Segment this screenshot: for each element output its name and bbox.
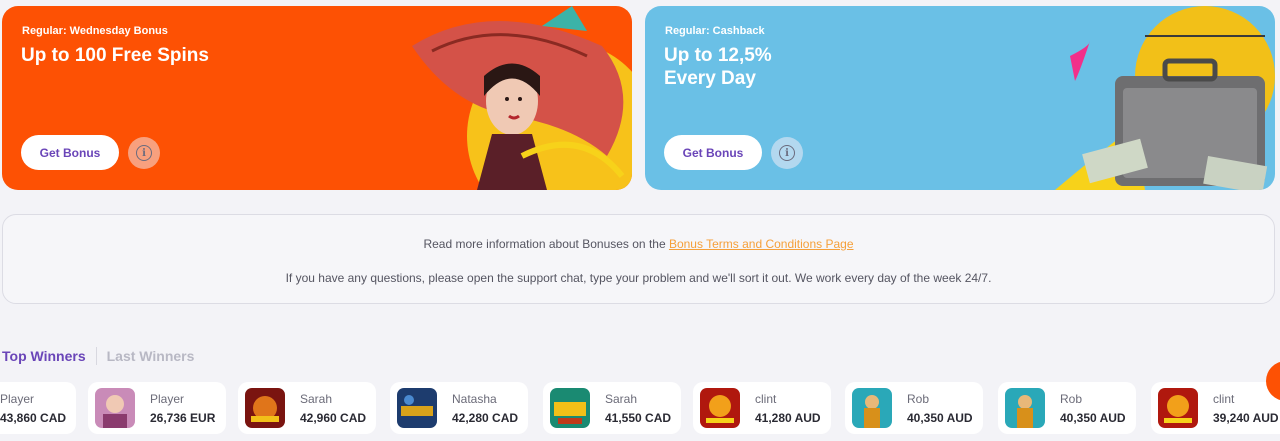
tab-divider [95,347,97,365]
tab-last-winners[interactable]: Last Winners [107,348,195,364]
winner-card[interactable]: Natasha 42,280 CAD [390,382,528,434]
info-button[interactable]: i [128,137,160,169]
game-thumbnail [852,388,892,428]
winner-name: Rob [907,392,930,406]
bonus-terms-link[interactable]: Bonus Terms and Conditions Page [669,237,854,251]
winner-card[interactable]: Sarah 41,550 CAD [543,382,681,434]
support-info-text: If you have any questions, please open t… [285,271,992,285]
winner-name: Player [0,392,35,406]
winners-tabs: Top Winners Last Winners [2,347,194,365]
winner-amount: 41,550 CAD [605,411,672,425]
promo-artwork-woman-hat [412,6,632,190]
info-button[interactable]: i [771,137,803,169]
get-bonus-button[interactable]: Get Bonus [664,135,762,170]
winner-card[interactable]: clint 39,240 AUD [1151,382,1280,434]
winner-card[interactable]: Rob 40,350 AUD [845,382,983,434]
promo-tag: Regular: Cashback [665,25,765,37]
winner-card[interactable]: Player 26,736 EUR [88,382,226,434]
promo-tag: Regular: Wednesday Bonus [22,25,168,37]
winner-name: clint [1213,392,1235,406]
winner-amount: 39,240 AUD [1213,411,1279,425]
promo-title: Up to 100 Free Spins [21,45,209,66]
promo-card-cashback[interactable]: Regular: Cashback Up to 12,5% Every Day … [645,6,1275,190]
winner-amount: 42,960 CAD [300,411,367,425]
winner-amount: 41,280 AUD [755,411,821,425]
info-icon: i [779,145,795,161]
promo-title: Up to 12,5% Every Day [664,45,772,89]
winner-name: Player [150,392,185,406]
game-thumbnail [1158,388,1198,428]
winners-list: Player 43,860 CAD Player 26,736 EUR Sara… [0,382,1280,434]
winner-amount: 42,280 CAD [452,411,519,425]
game-thumbnail [700,388,740,428]
game-thumbnail [550,388,590,428]
winner-amount: 40,350 AUD [1060,411,1126,425]
game-thumbnail [95,388,135,428]
game-thumbnail [1005,388,1045,428]
game-thumbnail [245,388,285,428]
bonus-info-text: Read more information about Bonuses on t… [423,237,669,251]
info-icon: i [136,145,152,161]
winner-amount: 43,860 CAD [0,411,67,425]
winner-card[interactable]: Sarah 42,960 CAD [238,382,376,434]
winner-name: clint [755,392,777,406]
winner-card[interactable]: Rob 40,350 AUD [998,382,1136,434]
game-thumbnail [397,388,437,428]
winner-card[interactable]: Player 43,860 CAD [0,382,76,434]
bonus-info-box: Read more information about Bonuses on t… [2,214,1275,304]
winner-name: Rob [1060,392,1083,406]
winner-amount: 40,350 AUD [907,411,973,425]
promo-artwork-briefcase [1055,6,1275,190]
winner-amount: 26,736 EUR [150,411,216,425]
winner-card[interactable]: clint 41,280 AUD [693,382,831,434]
get-bonus-button[interactable]: Get Bonus [21,135,119,170]
promo-card-wednesday[interactable]: Regular: Wednesday Bonus Up to 100 Free … [2,6,632,190]
winner-name: Sarah [605,392,638,406]
bonus-info-line: Read more information about Bonuses on t… [3,237,1274,251]
winner-name: Sarah [300,392,333,406]
tab-top-winners[interactable]: Top Winners [2,348,86,364]
winner-name: Natasha [452,392,497,406]
